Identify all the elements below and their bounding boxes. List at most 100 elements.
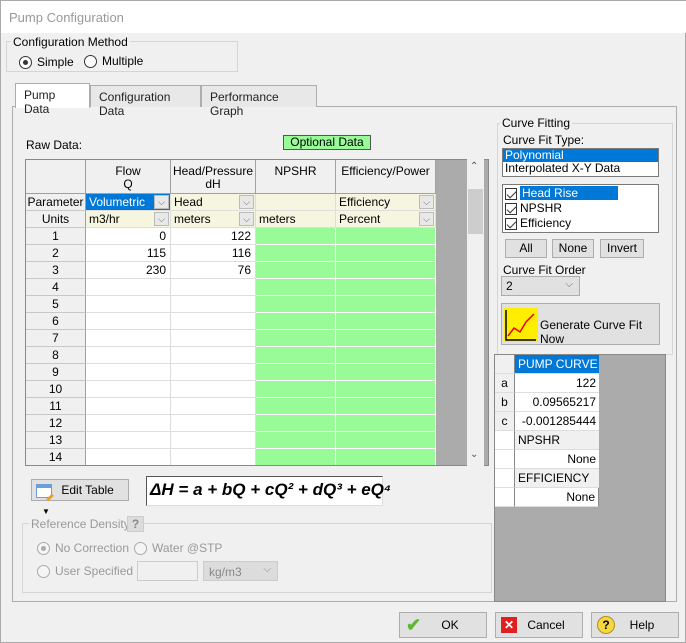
generate-curve-fit-button[interactable]: Generate Curve Fit Now	[501, 303, 660, 346]
npshr-cell[interactable]	[256, 432, 336, 449]
checkbox-icon[interactable]	[505, 202, 517, 215]
radio-no-correction[interactable]: No Correction	[37, 541, 129, 555]
head-cell[interactable]	[171, 432, 256, 449]
efficiency-parameter-select[interactable]: Efficiency ⌵	[336, 194, 436, 211]
flow-cell[interactable]	[86, 313, 171, 330]
npshr-cell[interactable]	[256, 330, 336, 347]
select-all-button[interactable]: All	[505, 239, 547, 258]
npshr-cell[interactable]	[256, 364, 336, 381]
efficiency-cell[interactable]	[336, 449, 436, 465]
npshr-cell[interactable]	[256, 245, 336, 262]
head-cell[interactable]	[171, 415, 256, 432]
efficiency-cell[interactable]	[336, 347, 436, 364]
npshr-cell[interactable]	[256, 262, 336, 279]
head-cell[interactable]	[171, 449, 256, 465]
head-units-select[interactable]: meters ⌵	[171, 211, 256, 228]
efficiency-cell[interactable]	[336, 415, 436, 432]
npshr-cell[interactable]	[256, 381, 336, 398]
efficiency-cell[interactable]	[336, 228, 436, 245]
npshr-cell[interactable]	[256, 228, 336, 245]
flow-cell[interactable]	[86, 415, 171, 432]
efficiency-cell[interactable]	[336, 245, 436, 262]
chevron-down-icon[interactable]: ⌵	[154, 212, 169, 226]
chevron-down-icon[interactable]: ⌵	[239, 212, 254, 226]
efficiency-cell[interactable]	[336, 262, 436, 279]
flow-cell[interactable]: 0	[86, 228, 171, 245]
density-value-input[interactable]	[137, 561, 198, 581]
efficiency-cell[interactable]	[336, 330, 436, 347]
efficiency-cell[interactable]	[336, 296, 436, 313]
efficiency-cell[interactable]	[336, 364, 436, 381]
npshr-cell[interactable]	[256, 279, 336, 296]
flow-cell[interactable]	[86, 449, 171, 465]
invert-selection-button[interactable]: Invert	[600, 239, 644, 258]
ok-button[interactable]: ✔ OK	[399, 612, 487, 638]
head-cell[interactable]	[171, 296, 256, 313]
npshr-cell[interactable]	[256, 347, 336, 364]
efficiency-units-select[interactable]: Percent ⌵	[336, 211, 436, 228]
flow-cell[interactable]	[86, 279, 171, 296]
npshr-cell[interactable]	[256, 313, 336, 330]
curve-item-efficiency[interactable]: Efficiency	[503, 216, 658, 231]
efficiency-cell[interactable]	[336, 313, 436, 330]
flow-parameter-select[interactable]: Volumetric ⌵	[86, 194, 171, 211]
efficiency-cell[interactable]	[336, 398, 436, 415]
head-parameter-select[interactable]: Head ⌵	[171, 194, 256, 211]
curve-type-interpolated[interactable]: Interpolated X-Y Data	[503, 162, 658, 175]
flow-cell[interactable]	[86, 347, 171, 364]
head-cell[interactable]	[171, 364, 256, 381]
scroll-thumb[interactable]	[468, 189, 483, 234]
efficiency-cell[interactable]	[336, 279, 436, 296]
edit-table-button[interactable]: Edit Table ▼	[31, 479, 129, 516]
head-cell[interactable]	[171, 347, 256, 364]
tab-pump-data[interactable]: Pump Data	[15, 83, 90, 116]
curve-fit-type-list[interactable]: Polynomial Interpolated X-Y Data	[502, 148, 659, 177]
npshr-cell[interactable]	[256, 449, 336, 465]
head-cell[interactable]: 116	[171, 245, 256, 262]
efficiency-cell[interactable]	[336, 432, 436, 449]
head-cell[interactable]	[171, 279, 256, 296]
chevron-down-icon[interactable]: ⌵	[419, 212, 434, 226]
chevron-down-icon[interactable]: ⌵	[419, 195, 434, 209]
tab-performance-graph[interactable]: Performance Graph	[201, 85, 317, 118]
flow-cell[interactable]	[86, 296, 171, 313]
curve-fit-order-select[interactable]: 2 ⌵	[501, 276, 580, 296]
help-icon[interactable]: ?	[127, 516, 144, 532]
flow-units-select[interactable]: m3/hr ⌵	[86, 211, 171, 228]
npshr-cell[interactable]	[256, 398, 336, 415]
checkbox-icon[interactable]	[505, 187, 517, 200]
head-cell[interactable]: 76	[171, 262, 256, 279]
radio-water-stp[interactable]: Water @STP	[134, 541, 222, 555]
checkbox-icon[interactable]	[505, 217, 517, 230]
flow-cell[interactable]	[86, 381, 171, 398]
head-cell[interactable]: 122	[171, 228, 256, 245]
radio-multiple[interactable]: Multiple	[84, 54, 143, 68]
flow-cell[interactable]: 230	[86, 262, 171, 279]
tab-configuration-data[interactable]: Configuration Data	[90, 85, 201, 118]
curve-item-npshr[interactable]: NPSHR	[503, 201, 658, 216]
flow-cell[interactable]: 115	[86, 245, 171, 262]
npshr-cell[interactable]	[256, 296, 336, 313]
table-vertical-scrollbar[interactable]: ⌃ ⌄	[467, 159, 484, 466]
head-cell[interactable]	[171, 313, 256, 330]
select-none-button[interactable]: None	[552, 239, 594, 258]
flow-cell[interactable]	[86, 398, 171, 415]
scroll-up-icon[interactable]: ⌃	[470, 161, 478, 172]
cancel-button[interactable]: ✕ Cancel	[495, 612, 583, 638]
radio-user-specified[interactable]: User Specified	[37, 564, 133, 578]
help-button[interactable]: ? Help	[591, 612, 679, 638]
radio-simple[interactable]: Simple	[19, 55, 74, 69]
curve-selection-list[interactable]: Head Rise NPSHR Efficiency	[502, 184, 659, 233]
head-cell[interactable]	[171, 398, 256, 415]
flow-cell[interactable]	[86, 364, 171, 381]
head-cell[interactable]	[171, 381, 256, 398]
head-cell[interactable]	[171, 330, 256, 347]
efficiency-cell[interactable]	[336, 381, 436, 398]
density-unit-select[interactable]: kg/m3 ⌵	[203, 561, 278, 581]
npshr-cell[interactable]	[256, 415, 336, 432]
chevron-down-icon[interactable]: ⌵	[239, 195, 254, 209]
chevron-down-icon[interactable]: ⌵	[154, 195, 169, 209]
scroll-down-icon[interactable]: ⌄	[470, 449, 478, 460]
flow-cell[interactable]	[86, 432, 171, 449]
flow-cell[interactable]	[86, 330, 171, 347]
